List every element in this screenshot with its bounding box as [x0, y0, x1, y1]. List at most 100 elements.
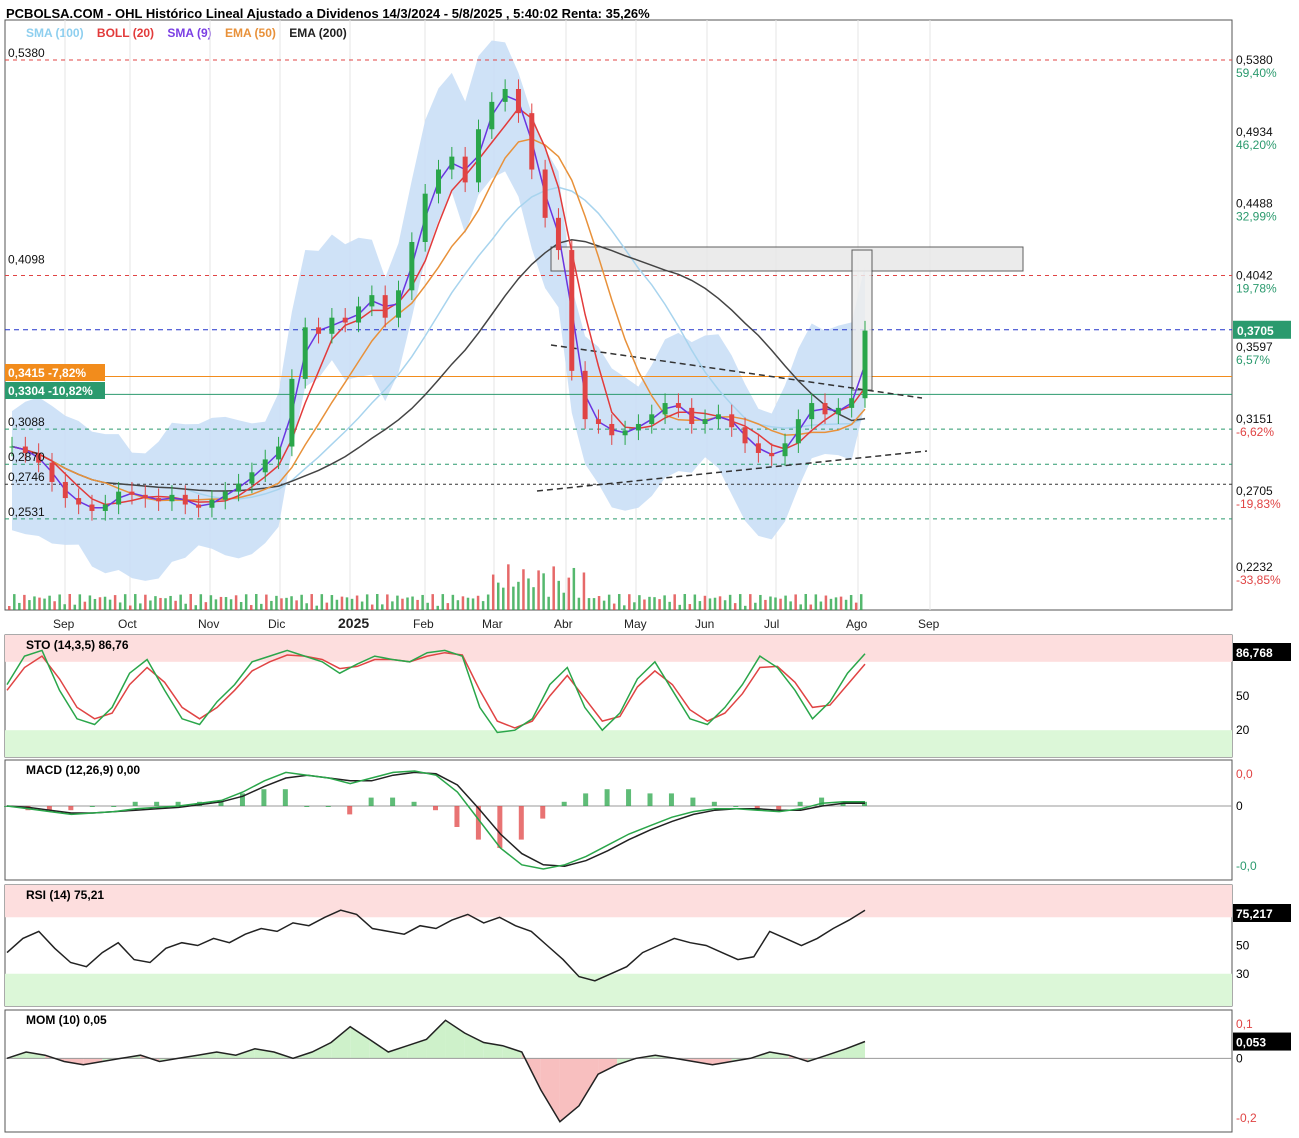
volume-bar [426, 602, 429, 610]
volume-bar [300, 594, 303, 610]
volume-bar [330, 595, 334, 610]
sto-d-line [6, 651, 866, 729]
volume-bar [290, 596, 293, 610]
macd-tick: 0 [1236, 799, 1243, 813]
volume-bar [769, 596, 772, 610]
volume-bar [723, 600, 727, 610]
macd-label: MACD (12,26,9) 0,00 [26, 763, 140, 777]
sto-label: STO (14,3,5) 86,76 [26, 638, 129, 652]
volume-bar [23, 594, 26, 610]
macd-histogram-bar [690, 797, 696, 806]
candle-body [742, 427, 748, 444]
volume-bar [113, 595, 117, 610]
volume-bar [164, 598, 167, 610]
volume-bar [648, 596, 651, 610]
volume-bar [345, 597, 349, 610]
volume-bar [572, 567, 576, 610]
left-level-label: 0,2870 [8, 450, 45, 464]
candle-body [822, 403, 828, 415]
volume-bar [421, 594, 424, 610]
macd-histogram-bar [626, 789, 632, 806]
left-level-label: 0,3088 [8, 415, 45, 429]
volume-bar [33, 596, 36, 610]
volume-bar [88, 595, 92, 610]
candle-body [449, 156, 455, 170]
volume-bar [179, 594, 182, 610]
volume-bar [118, 602, 122, 610]
candle-body [769, 452, 775, 457]
candle-body [542, 169, 548, 218]
mom-tick: 0 [1236, 1051, 1243, 1065]
macd-histogram-bar [668, 793, 674, 806]
candle-body [156, 498, 162, 502]
volume-bar [431, 594, 434, 610]
macd-histogram-bar [132, 801, 138, 806]
volume-bar [260, 603, 263, 610]
volume-bar [154, 596, 157, 610]
volume-bar [859, 594, 863, 610]
volume-bar [315, 605, 319, 610]
bollinger-band [12, 40, 865, 581]
volume-bar [456, 600, 460, 610]
volume-bar [58, 594, 61, 610]
volume-bar [804, 594, 808, 610]
candle-body [49, 462, 55, 482]
candle-body [702, 419, 708, 424]
volume-bar [733, 603, 737, 610]
left-level-label: 0,2531 [8, 505, 45, 519]
panel-frame-macd [4, 759, 1233, 881]
mom-fill [331, 1026, 351, 1059]
mom-fill [350, 1026, 370, 1059]
candle-body [396, 290, 402, 318]
candle-body [609, 423, 615, 436]
macd-histogram-bar [647, 793, 653, 806]
resistance-zone [550, 246, 1024, 272]
x-tick-label: Ago [846, 617, 868, 631]
mom-tick: -0,2 [1236, 1111, 1257, 1125]
volume-bar [406, 597, 409, 610]
candle-body [662, 403, 668, 415]
volume-bar [325, 602, 329, 610]
volume-bar [844, 599, 848, 610]
volume-bar [169, 595, 172, 610]
candle-body [755, 443, 761, 453]
volume-bar [310, 594, 313, 610]
right-axis-value: 0,4488 [1236, 197, 1273, 211]
rsi-tick: 30 [1236, 967, 1250, 981]
right-axis-value: 0,3597 [1236, 340, 1273, 354]
mom-tick: 0,1 [1236, 1017, 1253, 1031]
volume-bar [638, 595, 641, 610]
volume-bar [744, 605, 747, 610]
volume-bar [849, 595, 853, 610]
volume-bar [73, 604, 77, 610]
volume-bar [552, 566, 555, 610]
volume-bar [738, 594, 742, 610]
volume-bar [481, 601, 485, 610]
candle-body [9, 446, 15, 448]
volume-bar [824, 595, 828, 610]
volume-bar [204, 602, 208, 610]
macd-histogram-bar [819, 797, 825, 806]
candle-body [102, 504, 108, 511]
volume-bar [628, 594, 631, 610]
volume-bar [159, 597, 162, 610]
volume-bar [134, 594, 137, 610]
volume-bar [683, 594, 687, 610]
candle-body [489, 101, 495, 130]
mom-fill [388, 1045, 408, 1059]
volume-bar [43, 598, 46, 610]
candle-body [209, 499, 215, 508]
volume-bar [386, 594, 389, 610]
mom-fill [426, 1020, 446, 1059]
candle-body [675, 403, 681, 408]
rsi-oversold-zone [5, 973, 1232, 1006]
right-axis-value: 0,4042 [1236, 268, 1273, 282]
volume-bar [28, 600, 31, 610]
candle-body [382, 295, 388, 318]
volume-bar [446, 603, 450, 610]
volume-bar [507, 564, 510, 610]
volume-bar [295, 600, 298, 610]
macd-histogram-bar [733, 806, 739, 807]
candle-body [329, 317, 335, 334]
volume-bar [63, 604, 66, 610]
